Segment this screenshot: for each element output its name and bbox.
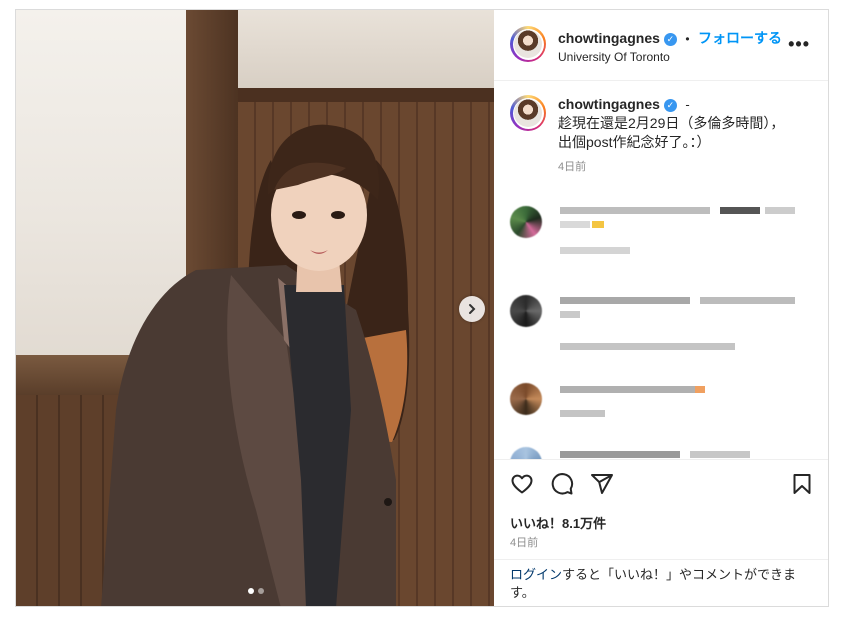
- verified-icon: ✓: [663, 99, 677, 112]
- avatar[interactable]: [510, 26, 546, 62]
- next-slide-button[interactable]: [459, 296, 485, 322]
- caption-time: 4日前: [558, 161, 587, 173]
- caption-suffix: -: [685, 97, 690, 112]
- action-bar: いいね！8.1万件 4日前: [494, 459, 828, 560]
- likes-count[interactable]: いいね！8.1万件: [510, 513, 606, 532]
- username-link[interactable]: chowtingagnes: [558, 30, 660, 46]
- heart-icon[interactable]: [510, 472, 534, 496]
- location-link[interactable]: University Of Toronto: [558, 50, 670, 64]
- comment-avatar[interactable]: [510, 295, 542, 327]
- header-separator: •: [685, 32, 690, 46]
- carousel-indicator: [248, 588, 264, 594]
- caption-line-1: 趁現在還是2月29日（多倫多時間），: [558, 115, 785, 131]
- caption: chowtingagnes ✓ - 趁現在還是2月29日（多倫多時間）， 出個po…: [558, 96, 808, 174]
- login-link[interactable]: ログイン: [510, 567, 562, 582]
- post-photo[interactable]: [16, 10, 494, 606]
- caption-avatar[interactable]: [510, 95, 546, 131]
- caption-username[interactable]: chowtingagnes: [558, 96, 660, 112]
- post-header: chowtingagnes ✓ • フォローする University Of To…: [494, 10, 828, 81]
- chevron-right-icon: [469, 304, 476, 314]
- comment-avatar[interactable]: [510, 383, 542, 415]
- comment-avatar[interactable]: [510, 447, 542, 459]
- post-time: 4日前: [510, 537, 539, 549]
- carousel-dot-active: [248, 588, 254, 594]
- post-dialog: chowtingagnes ✓ • フォローする University Of To…: [15, 9, 829, 607]
- share-icon[interactable]: [590, 472, 614, 496]
- more-icon[interactable]: •••: [788, 34, 810, 55]
- person-figure: [101, 124, 410, 606]
- follow-button[interactable]: フォローする: [698, 30, 782, 46]
- carousel-dot: [258, 588, 264, 594]
- post-sidebar: chowtingagnes ✓ • フォローする University Of To…: [494, 10, 828, 606]
- login-prompt: ログインすると「いいね！」やコメントができます。: [494, 559, 828, 606]
- caption-line-2: 出個post作紀念好了。：）: [558, 134, 711, 150]
- verified-icon: ✓: [663, 33, 677, 46]
- comments-area[interactable]: chowtingagnes ✓ - 趁現在還是2月29日（多倫多時間）， 出個po…: [494, 81, 828, 459]
- bookmark-icon[interactable]: [790, 472, 814, 496]
- comment-avatar[interactable]: [510, 206, 542, 238]
- comment-icon[interactable]: [550, 472, 574, 496]
